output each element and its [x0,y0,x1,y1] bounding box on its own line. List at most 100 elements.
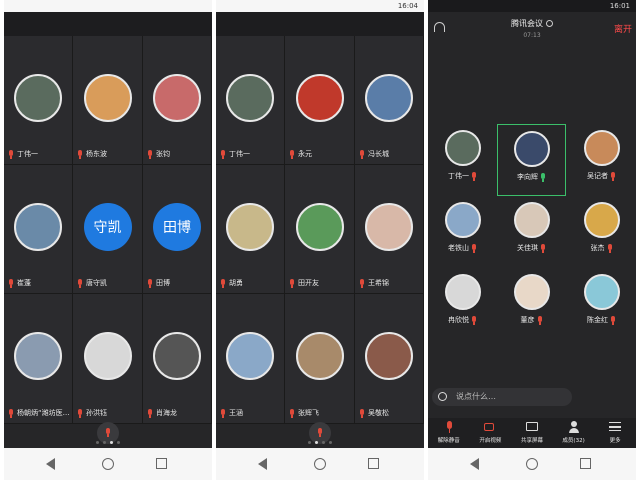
muted-mic-icon [359,408,365,418]
participant-name-row: 杨朝炳“潍坊医… [8,407,70,419]
video-tile[interactable]: 永元 [285,36,355,165]
video-tile[interactable]: 崔蓬 [4,165,73,294]
video-tile[interactable]: 冯长城 [355,36,424,165]
back-icon[interactable] [470,458,479,470]
toolbar-button-members[interactable]: 成员(32) [553,418,595,448]
speaking-mic-icon [540,172,546,182]
participant-name: 冯长城 [368,150,389,158]
avatar [226,74,274,122]
video-tile[interactable]: 孙洪钰 [73,294,143,424]
participant-name-row: 王涵 [220,407,243,419]
avatar [444,130,481,166]
avatar [583,274,620,310]
home-icon[interactable] [102,458,114,470]
android-nav-bar [216,448,424,480]
muted-mic-icon [220,149,226,159]
video-tile[interactable]: 丁伟一 [4,36,73,165]
recents-icon[interactable] [156,458,167,469]
video-tile[interactable]: 张钧 [143,36,212,165]
member-name-row: 李向辉 [498,172,565,182]
muted-mic-icon [8,278,14,288]
participant-name-row: 丁伟一 [220,148,250,160]
toolbar-button-mic[interactable]: 解除静音 [428,418,470,448]
member-name-row: 丁伟一 [428,171,497,181]
home-icon[interactable] [314,458,326,470]
android-nav-bar [4,448,212,480]
member-tile[interactable]: 李向辉 [497,124,566,196]
member-name: 关佳琪 [517,244,538,252]
avatar [295,203,344,251]
participant-name-row: 崔蓬 [8,277,31,289]
avatar [513,274,550,310]
member-tile[interactable]: 关佳琪 [497,196,566,268]
avatar [153,332,201,380]
muted-mic-icon [77,408,83,418]
muted-mic-icon [220,278,226,288]
member-name-row: 关佳琪 [497,243,566,253]
recents-icon[interactable] [368,458,379,469]
toolbar-button-share-screen[interactable]: 共享屏幕 [511,418,553,448]
participant-name-row: 孙洪钰 [77,407,107,419]
video-tile[interactable]: 田博 田博 [143,165,212,294]
emoji-icon[interactable] [438,392,447,401]
recents-icon[interactable] [580,458,591,469]
video-tile[interactable]: 杨朝炳“潍坊医… [4,294,73,424]
video-tile[interactable]: 王涵 [216,294,285,424]
avatar [83,74,132,122]
page-dot [329,441,332,444]
leave-button[interactable]: 离开 [614,22,632,35]
member-name: 张杰 [590,244,605,252]
participant-name: 崔蓬 [17,279,31,287]
back-icon[interactable] [258,458,267,470]
video-tile[interactable]: 吴敬松 [355,294,424,424]
member-name-row: 董彦 [497,315,566,325]
member-tile[interactable]: 老铁山 [428,196,497,268]
home-icon[interactable] [526,458,538,470]
member-name: 冉欣悦 [448,316,469,324]
chat-input[interactable]: 说点什么… [432,388,572,406]
muted-mic-icon [77,149,83,159]
member-tile[interactable]: 冉欣悦 [428,268,497,340]
participant-name: 杨东波 [86,150,107,158]
video-tile[interactable]: 肖海龙 [143,294,212,424]
member-grid: 丁伟一 李向辉 吴记者老铁山 关佳琪 张杰冉欣悦 董彦 陈金红 [428,48,636,388]
avatar [14,203,62,251]
toolbar-button-camera[interactable]: 开启视频 [470,418,512,448]
participant-name: 杨朝炳“潍坊医… [17,409,70,417]
video-tile[interactable]: 杨东波 [73,36,143,165]
muted-mic-icon [8,408,14,418]
member-tile[interactable]: 陈金红 [567,268,636,340]
toolbar-label: 开启视频 [479,438,502,444]
info-icon[interactable] [546,20,553,27]
video-tile[interactable]: 丁伟一 [216,36,285,165]
toolbar-label: 共享屏幕 [520,438,543,444]
muted-mic-icon [289,408,295,418]
video-tile[interactable]: 守凯 唐守凯 [73,165,143,294]
status-bar: 16:01 [428,0,636,12]
page-dot [96,441,99,444]
page-dot [322,441,325,444]
video-tile[interactable]: 张辉飞 [285,294,355,424]
meeting-panel-2: 16:04 丁伟一 永元 冯长城 胡勇 田开友 王希锦 王涵 张辉飞 吴敬松 [216,0,424,480]
toolbar-button-more[interactable]: 更多 [594,418,636,448]
video-tile[interactable]: 田开友 [285,165,355,294]
participant-name-row: 张钧 [147,148,170,160]
muted-mic-icon [471,315,477,325]
status-bar [4,0,212,12]
member-tile[interactable]: 丁伟一 [428,124,497,196]
video-tile[interactable]: 王希锦 [355,165,424,294]
member-tile[interactable]: 吴记者 [567,124,636,196]
participant-name: 张钧 [156,150,170,158]
toolbar-label: 解除静音 [437,438,460,444]
video-tile[interactable]: 胡勇 [216,165,285,294]
status-time: 16:01 [609,2,630,10]
participant-name-row: 丁伟一 [8,148,38,160]
participant-name-row: 永元 [289,148,312,160]
member-tile[interactable]: 张杰 [567,196,636,268]
back-icon[interactable] [46,458,55,470]
page-indicator [216,429,424,448]
meeting-header: 腾讯会议 07:13 离开 [428,12,636,48]
member-tile[interactable]: 董彦 [497,268,566,340]
member-name: 丁伟一 [448,172,469,180]
meeting-panel-3: 16:01 腾讯会议 07:13 离开 丁伟一 李向辉 吴记者老铁山 关佳琪 张杰冉欣悦… [428,0,636,480]
